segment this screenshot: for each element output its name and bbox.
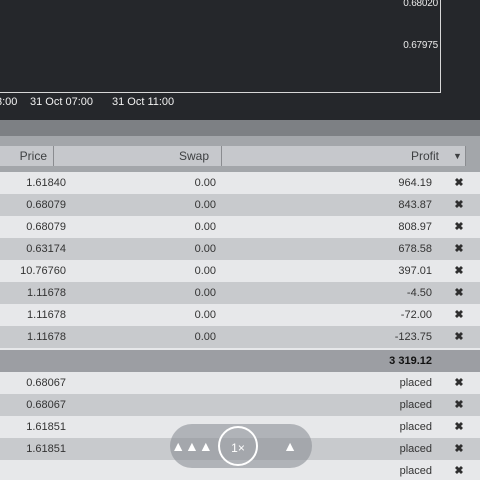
profit-cell: 843.87 <box>398 199 432 211</box>
price-cell: 0.68067 <box>26 399 66 411</box>
total-profit: 3 319.12 <box>389 355 432 367</box>
price-cell <box>0 460 72 480</box>
profit-cell: 964.19 <box>398 177 432 189</box>
table-row[interactable]: 0.63174 0.00 678.58 ✖ <box>0 238 480 260</box>
price-cell: 1.61851 <box>26 443 66 455</box>
table-row[interactable]: 1.61840 0.00 964.19 ✖ <box>0 172 480 194</box>
column-header-profit[interactable]: Profit <box>222 146 466 166</box>
close-position-icon[interactable]: ✖ <box>452 172 466 194</box>
table-row[interactable]: 1.11678 0.00 -72.00 ✖ <box>0 304 480 326</box>
table-row[interactable]: 10.76760 0.00 397.01 ✖ <box>0 260 480 282</box>
close-position-icon[interactable]: ✖ <box>452 260 466 282</box>
close-position-icon[interactable]: ✖ <box>452 304 466 326</box>
column-header-swap[interactable]: Swap <box>54 146 222 166</box>
profit-cell: 678.58 <box>398 243 432 255</box>
table-row[interactable]: 0.68079 0.00 843.87 ✖ <box>0 194 480 216</box>
total-row: 3 319.12 <box>0 350 480 372</box>
delete-order-icon[interactable]: ✖ <box>452 416 466 438</box>
swap-cell: 0.00 <box>194 265 216 277</box>
price-cell: 0.68079 <box>26 199 66 211</box>
table-row[interactable]: 1.11678 0.00 -4.50 ✖ <box>0 282 480 304</box>
price-cell: 1.11678 <box>27 287 66 299</box>
price-cell: 1.11678 <box>27 331 66 343</box>
delete-order-icon[interactable]: ✖ <box>452 372 466 394</box>
swap-cell: 0.00 <box>194 309 216 321</box>
price-cell: 0.68079 <box>26 221 66 233</box>
zoom-button[interactable]: 1× <box>218 426 258 466</box>
time-axis-label: 31 Oct 07:00 <box>30 96 93 108</box>
close-position-icon[interactable]: ✖ <box>452 282 466 304</box>
close-position-icon[interactable]: ✖ <box>452 326 466 348</box>
time-axis-label: 3:00 <box>0 96 18 108</box>
profit-cell: -4.50 <box>406 287 432 299</box>
order-status: placed <box>399 399 432 411</box>
swap-cell: 0.00 <box>194 177 216 189</box>
order-status: placed <box>399 377 432 389</box>
profit-cell: -123.75 <box>394 331 432 343</box>
price-cell: 0.63174 <box>26 243 66 255</box>
trade-terminal: Price Swap Profit ▼ 1.61840 0.00 964.19 ✖ 0.… <box>0 136 480 480</box>
panel-divider[interactable] <box>0 120 480 136</box>
swap-cell: 0.00 <box>194 243 216 255</box>
delete-order-icon[interactable]: ✖ <box>452 394 466 416</box>
column-header-price[interactable]: Price <box>0 146 54 166</box>
swap-cell: 0.00 <box>194 221 216 233</box>
close-position-icon[interactable]: ✖ <box>452 216 466 238</box>
table-row[interactable]: 0.68079 0.00 808.97 ✖ <box>0 216 480 238</box>
chart-panel[interactable]: 0.68020 0.67975 3:00 31 Oct 07:00 31 Oct… <box>0 0 480 120</box>
delete-order-icon[interactable]: ✖ <box>452 438 466 460</box>
close-position-icon[interactable]: ✖ <box>452 194 466 216</box>
pending-order-row[interactable]: 0.68067 placed ✖ <box>0 394 480 416</box>
price-cell: 10.76760 <box>20 265 66 277</box>
price-axis-label: 0.68020 <box>403 0 438 9</box>
swap-cell: 0.00 <box>194 199 216 211</box>
tree-icon[interactable]: ▲ <box>268 424 312 468</box>
close-position-icon[interactable]: ✖ <box>452 238 466 260</box>
swap-cell: 0.00 <box>194 287 216 299</box>
chart-area[interactable]: 0.68020 0.67975 <box>0 0 441 93</box>
camera-controls: ▲▲▲ 1× ▲ <box>170 424 312 468</box>
price-axis-label: 0.67975 <box>403 40 438 51</box>
sort-desc-icon[interactable]: ▼ <box>450 146 466 166</box>
delete-order-icon[interactable]: ✖ <box>452 460 466 480</box>
trees-icon[interactable]: ▲▲▲ <box>170 424 214 468</box>
table-row[interactable]: 1.11678 0.00 -123.75 ✖ <box>0 326 480 348</box>
profit-cell: 808.97 <box>398 221 432 233</box>
price-cell: 1.61851 <box>26 421 66 433</box>
price-cell: 1.61840 <box>26 177 66 189</box>
table-header: Price Swap Profit ▼ <box>0 146 480 166</box>
profit-cell: -72.00 <box>400 309 432 321</box>
price-cell: 0.68067 <box>26 377 66 389</box>
price-cell: 1.11678 <box>27 309 66 321</box>
swap-cell: 0.00 <box>194 331 216 343</box>
profit-cell: 397.01 <box>398 265 432 277</box>
time-axis-label: 31 Oct 11:00 <box>112 96 175 108</box>
pending-order-row[interactable]: 0.68067 placed ✖ <box>0 372 480 394</box>
